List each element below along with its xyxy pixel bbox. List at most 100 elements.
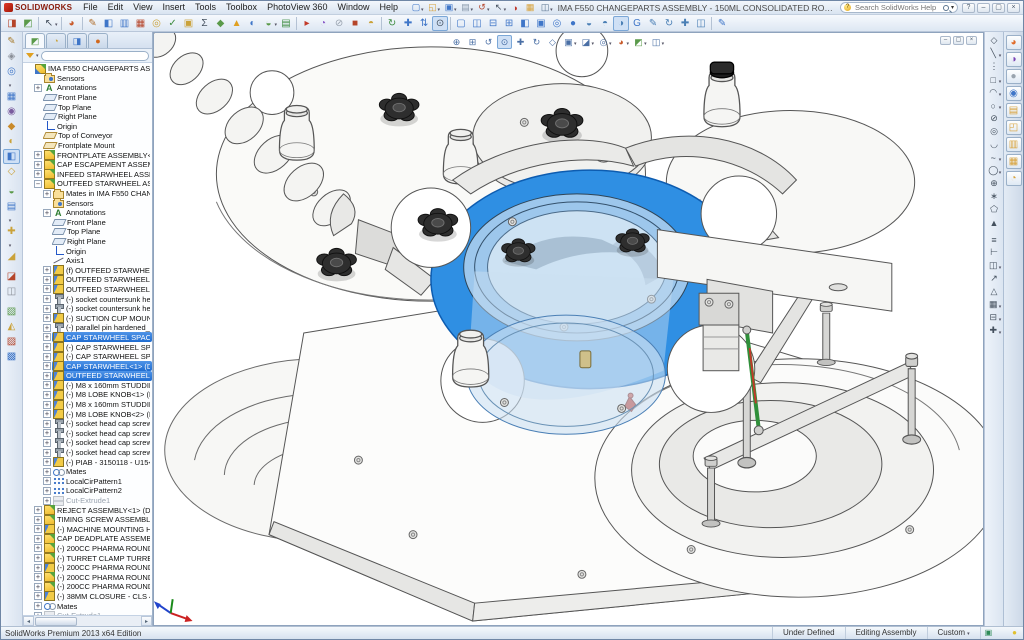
search-input[interactable] xyxy=(853,2,941,13)
sketch-tool-icon[interactable]: ◎ xyxy=(987,125,1002,138)
sketch-tool-icon[interactable]: ⋮ xyxy=(987,60,1002,73)
tree-item[interactable]: + (-) parallel pin hardened_bsi<1> ( xyxy=(23,323,152,333)
assembly-tool-icon[interactable]: ▩ xyxy=(3,349,20,364)
expand-toggle-icon[interactable]: + xyxy=(43,305,51,313)
sketch-tool-icon[interactable]: △ xyxy=(987,285,1002,298)
toolbar-icon[interactable]: ▣ xyxy=(533,16,549,31)
toolbar-icon[interactable]: ↻ xyxy=(384,16,400,31)
toolbar-icon[interactable]: ◕ xyxy=(64,16,80,31)
expand-toggle-icon[interactable] xyxy=(43,247,51,255)
tree-item[interactable]: + (-) 200CC PHARMA ROUND ASSEMB xyxy=(23,544,152,554)
expand-toggle-icon[interactable]: + xyxy=(43,458,51,466)
menu-item[interactable]: File xyxy=(78,1,103,14)
task-pane-tab-icon[interactable]: ◉ xyxy=(1006,86,1022,101)
tree-item[interactable]: + (-) 200CC PHARMA ROUND ASSEMB xyxy=(23,582,152,592)
sketch-tool-icon[interactable]: ⊘ xyxy=(987,112,1002,125)
task-pane-tab-icon[interactable]: ▥ xyxy=(1006,137,1022,152)
assembly-tool-icon[interactable]: ◭ xyxy=(3,319,20,334)
tree-item[interactable]: + Annotations xyxy=(23,208,152,218)
tree-item[interactable]: + (-) M8 x 160mm STUDDING<2> ( xyxy=(23,400,152,410)
expand-toggle-icon[interactable] xyxy=(34,94,42,102)
expand-toggle-icon[interactable] xyxy=(43,237,51,245)
tree-item[interactable]: Right Plane xyxy=(23,237,152,247)
assembly-tool-icon[interactable]: ◒ xyxy=(3,184,20,199)
expand-toggle-icon[interactable] xyxy=(34,122,42,130)
expand-toggle-icon[interactable] xyxy=(34,74,42,82)
featuremanager-tab[interactable]: ● xyxy=(88,33,108,48)
dropdown-arrow-icon[interactable]: ▾ xyxy=(999,170,1002,176)
tree-item[interactable]: + (-) socket countersunk head screw xyxy=(23,304,152,314)
toolbar-icon[interactable]: Σ xyxy=(197,16,213,31)
filter-funnel-icon[interactable] xyxy=(26,53,34,58)
tree-item[interactable]: + (-) MACHINE MOUNTING HUB<1> ( xyxy=(23,525,152,535)
view-tool-icon[interactable]: ⊙ xyxy=(497,35,512,49)
toolbar-icon[interactable]: ◓ xyxy=(363,16,379,31)
assembly-tool-icon[interactable]: ▦ xyxy=(3,89,20,104)
expand-toggle-icon[interactable] xyxy=(43,228,51,236)
tree-item[interactable]: + (-) socket countersunk head screw xyxy=(23,294,152,304)
tree-item[interactable]: + (-) PIAB - 3150118 - U15<1> (Defa xyxy=(23,457,152,467)
tree-item[interactable]: + (-) socket head cap screw_bsi<2> xyxy=(23,429,152,439)
toolbar-icon[interactable]: ▣ xyxy=(181,16,197,31)
toolbar-icon[interactable]: ◒ xyxy=(581,16,597,31)
view-tool-icon[interactable]: ◇ xyxy=(545,35,560,49)
tree-item[interactable]: + OUTFEED STARWHEEL UPPER<1> xyxy=(23,285,152,295)
document-window-button[interactable]: – xyxy=(940,36,951,45)
tree-item[interactable]: + CAP STARWHEEL<1> (Default<< xyxy=(23,361,152,371)
toolbar-icon[interactable]: ◨ xyxy=(4,16,20,31)
toolbar-icon[interactable]: ✎ xyxy=(645,16,661,31)
tree-item[interactable]: Front Plane xyxy=(23,218,152,228)
toolbar-icon[interactable]: ✚ xyxy=(400,16,416,31)
toolbar-icon[interactable]: ◐ xyxy=(245,16,261,31)
toolbar-icon[interactable]: ◫ xyxy=(469,16,485,31)
dropdown-arrow-icon[interactable]: ▾ xyxy=(999,304,1002,310)
toolbar-icon[interactable]: ◓ xyxy=(597,16,613,31)
tree-item[interactable]: Sensors xyxy=(23,74,152,84)
expand-toggle-icon[interactable]: + xyxy=(34,151,42,159)
expand-toggle-icon[interactable] xyxy=(43,199,51,207)
dropdown-arrow-icon[interactable]: ▾ xyxy=(609,41,612,47)
graphics-viewport[interactable]: ⊕ ⊞ ↺ ⊙ ✚ ↻ ◇ xyxy=(153,32,984,626)
menu-item[interactable]: PhotoView 360 xyxy=(262,1,332,14)
expand-toggle-icon[interactable]: + xyxy=(43,372,51,380)
expand-toggle-icon[interactable]: + xyxy=(43,420,51,428)
task-pane-tab-icon[interactable]: ◰ xyxy=(1006,120,1022,135)
search-icon[interactable] xyxy=(943,5,949,11)
toolbar-icon[interactable]: ✚ xyxy=(677,16,693,31)
toolbar-icon[interactable]: ◧ xyxy=(101,16,117,31)
assembly-tool-icon[interactable]: ◈ xyxy=(3,49,20,64)
tree-item[interactable]: + OUTFEED STARWHEEL SPACING xyxy=(23,275,152,285)
expand-toggle-icon[interactable]: + xyxy=(43,353,51,361)
dropdown-arrow-icon[interactable]: ▾ xyxy=(487,7,490,13)
task-pane-tab-icon[interactable]: ▤ xyxy=(1006,103,1022,118)
document-window-button[interactable]: ▢ xyxy=(953,36,964,45)
task-pane-tab-icon[interactable]: ▦ xyxy=(1006,154,1022,169)
filter-dropdown-icon[interactable]: ▾ xyxy=(36,53,39,59)
tree-item[interactable]: + LocalCirPattern1 xyxy=(23,477,152,487)
expand-toggle-icon[interactable] xyxy=(34,132,42,140)
scroll-left-icon[interactable]: ◂ xyxy=(23,616,34,626)
dropdown-arrow-icon[interactable]: ▾ xyxy=(999,265,1002,271)
toolbar-icon[interactable]: ▢ xyxy=(453,16,469,31)
expand-toggle-icon[interactable]: + xyxy=(43,439,51,447)
expand-toggle-icon[interactable]: + xyxy=(34,516,42,524)
expand-toggle-icon[interactable]: + xyxy=(34,573,42,581)
expand-toggle-icon[interactable]: + xyxy=(34,602,42,610)
expand-toggle-icon[interactable] xyxy=(43,257,51,265)
toolbar-icon[interactable]: ⊞ xyxy=(501,16,517,31)
tree-item[interactable]: + (-) socket head cap screw_bsi<3> xyxy=(23,438,152,448)
tree-item[interactable]: + LocalCirPattern2 xyxy=(23,486,152,496)
tree-item[interactable]: + (-) M8 x 160mm STUDDING<1> ( xyxy=(23,381,152,391)
dropdown-arrow-icon[interactable]: ▾ xyxy=(644,41,647,47)
dropdown-arrow-icon[interactable]: ▾ xyxy=(999,317,1002,323)
tree-item[interactable]: Origin xyxy=(23,122,152,132)
assembly-tool-icon[interactable]: ▤ xyxy=(3,199,20,214)
featuremanager-tab[interactable]: ◩ xyxy=(25,33,45,48)
sketch-tool-icon[interactable]: ⊕ xyxy=(987,177,1002,190)
assembly-tool-icon[interactable]: ◢ xyxy=(3,249,20,264)
tree-item[interactable]: Origin xyxy=(23,246,152,256)
assembly-tool-icon[interactable]: ◧ xyxy=(3,149,20,164)
dropdown-arrow-icon[interactable]: ▾ xyxy=(421,7,424,13)
expand-toggle-icon[interactable]: + xyxy=(43,295,51,303)
tree-item[interactable]: + FRONTPLATE ASSEMBLY<1> (Defaul xyxy=(23,150,152,160)
